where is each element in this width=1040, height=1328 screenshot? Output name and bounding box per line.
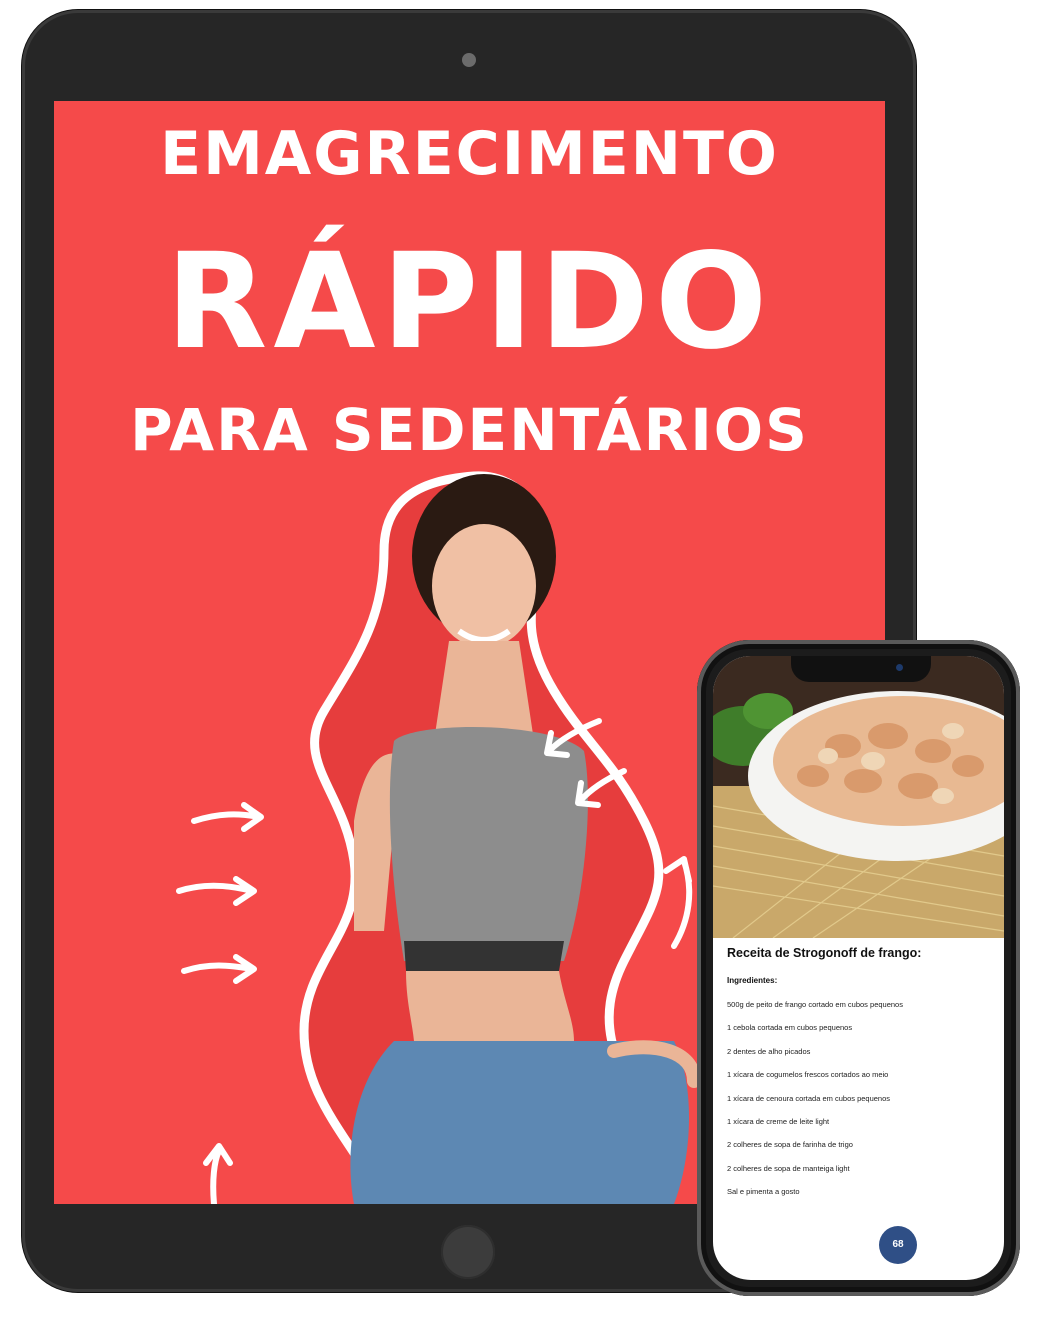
- camera-icon: [462, 53, 476, 67]
- face: [432, 524, 536, 648]
- arrows-left: [176, 802, 264, 1204]
- list-item: 2 colheres de sopa de manteiga light: [727, 1163, 850, 1173]
- home-button-icon[interactable]: [441, 1225, 495, 1279]
- list-item: Sal e pimenta a gosto: [727, 1187, 800, 1197]
- list-item: 500g de peito de frango cortado em cubos…: [727, 1000, 903, 1009]
- recipe-page: Receita de Strogonoff de frango: Ingredi…: [713, 656, 1004, 1280]
- sports-bra: [389, 727, 588, 961]
- ingredients-list: 500g de peito de frango cortado em cubos…: [727, 1000, 903, 1211]
- list-item: 1 xícara de creme de leite light: [727, 1116, 830, 1126]
- strogonoff-photo: [713, 656, 1004, 938]
- cover-title-line2: RÁPIDO: [165, 225, 774, 379]
- front-camera-icon: [896, 664, 903, 671]
- list-item: 1 cebola cortada em cubos pequenos: [727, 1023, 853, 1033]
- page-number-badge: 68: [879, 1226, 917, 1264]
- list-item: 2 colheres de sopa de farinha de trigo: [727, 1140, 853, 1150]
- cover-title-line1: EMAGRECIMENTO: [160, 119, 779, 189]
- list-item: 1 xícara de cenoura cortada em cubos peq…: [727, 1093, 891, 1103]
- ingredients-label: Ingredientes:: [727, 976, 778, 985]
- list-item: 2 dentes de alho picados: [727, 1046, 811, 1056]
- phone-notch: [791, 656, 931, 682]
- recipe-title: Receita de Strogonoff de frango:: [727, 946, 922, 960]
- phone-device: Receita de Strogonoff de frango: Ingredi…: [697, 640, 1020, 1296]
- jeans: [350, 1041, 689, 1204]
- cover-title-line3: PARA SEDENTÁRIOS: [130, 396, 809, 464]
- list-item: 1 xícara de cogumelos frescos cortados a…: [727, 1070, 889, 1080]
